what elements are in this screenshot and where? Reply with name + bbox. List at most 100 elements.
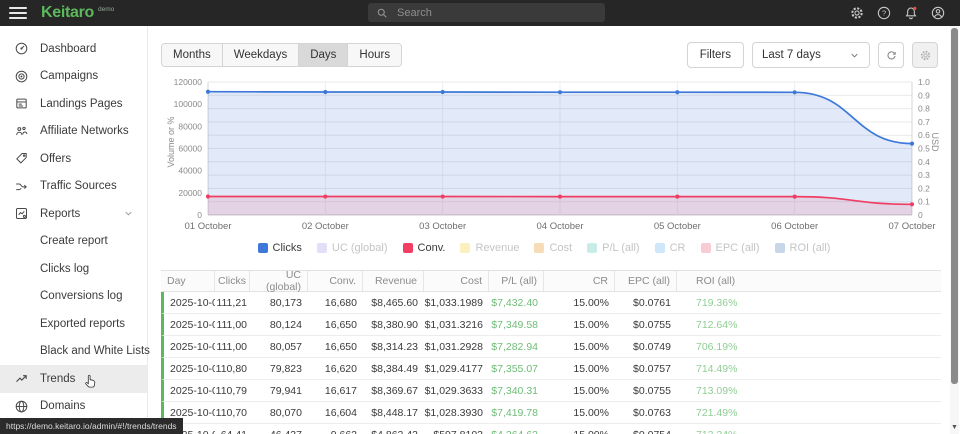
table-cell: $0.0757 — [615, 363, 677, 375]
sidebar-nav: DashboardCampaignsLandings PagesAffiliat… — [0, 35, 147, 420]
table-cell: 80,070 — [250, 407, 308, 419]
y-axis-tick-left: 80000 — [178, 121, 202, 131]
trends-table: DayClicksUC (global)Conv.RevenueCostP/L … — [161, 270, 941, 434]
scrollbar-thumb[interactable] — [951, 28, 958, 384]
table-cell: 15.00% — [544, 363, 615, 375]
legend-item-epc-all[interactable]: EPC (all) — [701, 242, 760, 254]
table-cell: 16,650 — [308, 341, 363, 353]
x-axis-label: 02 October — [302, 221, 349, 232]
column-header-clicks[interactable]: Clicks — [215, 271, 250, 291]
table-cell: $0.0755 — [615, 319, 677, 331]
legend-swatch — [258, 243, 268, 253]
tab-months[interactable]: Months — [162, 44, 223, 66]
table-cell: 2025-10-05 — [164, 385, 215, 397]
sidebar-item-domains[interactable]: Domains — [0, 393, 147, 421]
legend-item-cost[interactable]: Cost — [534, 242, 572, 254]
tab-hours[interactable]: Hours — [348, 44, 401, 66]
table-cell: 719.36% — [677, 297, 941, 309]
date-range-select[interactable]: Last 7 days — [752, 42, 870, 68]
chevron-down-icon — [123, 208, 134, 219]
sidebar-item-reports[interactable]: Reports — [0, 200, 147, 228]
legend-item-conv[interactable]: Conv. — [403, 242, 446, 254]
chart-point-conv — [206, 194, 210, 198]
chart-point-conv — [793, 194, 797, 198]
settings-icon[interactable] — [849, 5, 865, 21]
trends-chart[interactable]: 01 October02 October03 October04 October… — [149, 70, 939, 240]
sidebar-item-dashboard[interactable]: Dashboard — [0, 35, 147, 63]
column-header-epc-all[interactable]: EPC (all) — [615, 271, 677, 291]
sidebar-item-clicks-log[interactable]: Clicks log — [0, 255, 147, 283]
y-axis-tick-left: 20000 — [178, 188, 202, 198]
table-cell: 2025-10-04 — [164, 363, 215, 375]
keitaro-logo[interactable]: Keitaro — [41, 5, 94, 21]
sidebar-item-black-and-white-lists[interactable]: Black and White Lists — [0, 338, 147, 366]
y-axis-tick-right: 0 — [918, 210, 923, 220]
column-header-day[interactable]: Day — [161, 271, 215, 291]
table-cell: $7,340.31 — [489, 385, 544, 397]
refresh-button[interactable] — [878, 42, 904, 68]
search-input[interactable] — [395, 6, 597, 20]
table-cell: 721.49% — [677, 407, 941, 419]
column-header-cr[interactable]: CR — [544, 271, 615, 291]
table-cell: 9,662 — [308, 429, 363, 434]
table-cell: 706.19% — [677, 341, 941, 353]
scrollbar-down-arrow[interactable]: ▼ — [950, 423, 959, 433]
table-cell: $8,384.49 — [363, 363, 424, 375]
column-header-conv[interactable]: Conv. — [308, 271, 363, 291]
sidebar-item-landings-pages[interactable]: Landings Pages — [0, 90, 147, 118]
table-cell: $8,369.67 — [363, 385, 424, 397]
help-icon[interactable] — [876, 5, 892, 21]
sidebar-item-traffic-sources[interactable]: Traffic Sources — [0, 173, 147, 201]
toolbar-right: Filters Last 7 days — [687, 42, 938, 68]
table-cell: 15.00% — [544, 319, 615, 331]
sidebar-item-affiliate-networks[interactable]: Affiliate Networks — [0, 118, 147, 146]
legend-label: EPC (all) — [716, 242, 760, 254]
table-cell: $0.0754 — [615, 429, 677, 434]
column-header-p-l-all[interactable]: P/L (all) — [489, 271, 544, 291]
account-icon[interactable] — [930, 5, 946, 21]
chart-settings-button[interactable] — [912, 42, 938, 68]
legend-swatch — [701, 243, 711, 253]
table-cell: 2025-10-06 — [164, 407, 215, 419]
sidebar-item-label: Domains — [40, 400, 85, 412]
dashboard-icon — [14, 41, 29, 56]
table-cell: $8,448.17 — [363, 407, 424, 419]
sidebar-item-label: Traffic Sources — [40, 180, 117, 192]
sidebar-item-offers[interactable]: Offers — [0, 145, 147, 173]
legend-item-revenue[interactable]: Revenue — [460, 242, 519, 254]
legend-label: CR — [670, 242, 686, 254]
notifications-icon[interactable] — [903, 5, 919, 21]
y-axis-tick-right: 0.1 — [918, 197, 930, 207]
sidebar-item-create-report[interactable]: Create report — [0, 228, 147, 256]
legend-item-clicks[interactable]: Clicks — [258, 242, 302, 254]
table-cell: 16,617 — [308, 385, 363, 397]
trends-icon — [14, 371, 29, 386]
status-url: https://demo.keitaro.io/admin/#!/trends/… — [0, 418, 183, 434]
table-row: 2025-10-01111,2180,17316,680$8,465.60$1,… — [161, 292, 941, 314]
chart-point-clicks — [323, 90, 327, 94]
column-header-roi-all[interactable]: ROI (all) — [677, 271, 941, 291]
column-header-revenue[interactable]: Revenue — [363, 271, 424, 291]
legend-item-cr[interactable]: CR — [655, 242, 686, 254]
sidebar-item-campaigns[interactable]: Campaigns — [0, 63, 147, 91]
sidebar-item-exported-reports[interactable]: Exported reports — [0, 310, 147, 338]
filters-button[interactable]: Filters — [687, 42, 744, 68]
table-cell: 15.00% — [544, 429, 615, 434]
tab-weekdays[interactable]: Weekdays — [223, 44, 299, 66]
x-axis-label: 07 October — [889, 221, 936, 232]
menu-toggle-icon[interactable] — [9, 7, 27, 19]
table-cell: 2025-10-03 — [164, 341, 215, 353]
sidebar-item-trends[interactable]: Trends — [0, 365, 147, 393]
table-row: 2025-10-02111,0080,12416,650$8,380.90$1,… — [161, 314, 941, 336]
global-search[interactable] — [368, 3, 605, 22]
table-cell: 713.34% — [677, 429, 941, 434]
column-header-uc-global[interactable]: UC (global) — [250, 271, 308, 291]
legend-item-uc-global[interactable]: UC (global) — [317, 242, 388, 254]
sidebar-item-conversions-log[interactable]: Conversions log — [0, 283, 147, 311]
tab-days[interactable]: Days — [299, 44, 348, 66]
x-axis-label: 04 October — [537, 221, 584, 232]
column-header-cost[interactable]: Cost — [424, 271, 489, 291]
legend-item-p-l-all[interactable]: P/L (all) — [587, 242, 640, 254]
legend-item-roi-all[interactable]: ROI (all) — [775, 242, 831, 254]
vertical-scrollbar[interactable]: ▼ — [950, 26, 959, 434]
